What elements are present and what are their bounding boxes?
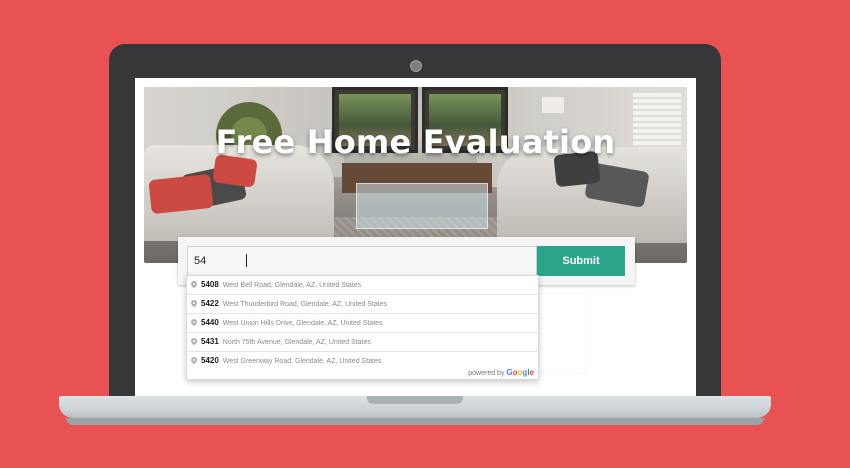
autocomplete-suggestion[interactable]: 5440 West Union Hills Drive, Glendale, A… xyxy=(187,313,538,332)
page-title: Free Home Evaluation xyxy=(215,123,616,161)
map-pin-icon xyxy=(189,317,199,327)
map-pin-icon xyxy=(189,336,199,346)
address-autocomplete-dropdown: 5408 West Bell Road, Glendale, AZ, Unite… xyxy=(186,275,539,380)
text-cursor xyxy=(246,254,247,267)
map-pin-icon xyxy=(189,298,199,308)
powered-by-google: powered by Google xyxy=(468,368,534,377)
map-pin-icon xyxy=(189,279,199,289)
autocomplete-suggestion[interactable]: 5422 West Thunderbird Road, Glendale, AZ… xyxy=(187,294,538,313)
webcam-icon xyxy=(410,60,422,72)
suggestion-address: West Bell Road, Glendale, AZ, United Sta… xyxy=(222,282,362,289)
laptop-notch xyxy=(367,396,463,404)
map-pin-icon xyxy=(189,355,199,365)
suggestion-address: North 75th Avenue, Glendale, AZ, United … xyxy=(222,339,371,346)
submit-button[interactable]: Submit xyxy=(537,246,625,276)
address-search-input[interactable] xyxy=(187,246,537,276)
laptop-base-shadow xyxy=(66,418,764,425)
suggestion-address: West Greenway Road, Glendale, AZ, United… xyxy=(222,358,382,365)
google-logo: Google xyxy=(506,368,534,377)
suggestion-address: West Union Hills Drive, Glendale, AZ, Un… xyxy=(222,320,383,327)
laptop-screen: Free Home Evaluation Submit 5408 West Be… xyxy=(135,78,696,399)
autocomplete-suggestion[interactable]: 5431 North 75th Avenue, Glendale, AZ, Un… xyxy=(187,332,538,351)
suggestion-address: West Thunderbird Road, Glendale, AZ, Uni… xyxy=(222,301,388,308)
autocomplete-suggestion[interactable]: 5408 West Bell Road, Glendale, AZ, Unite… xyxy=(187,276,538,294)
